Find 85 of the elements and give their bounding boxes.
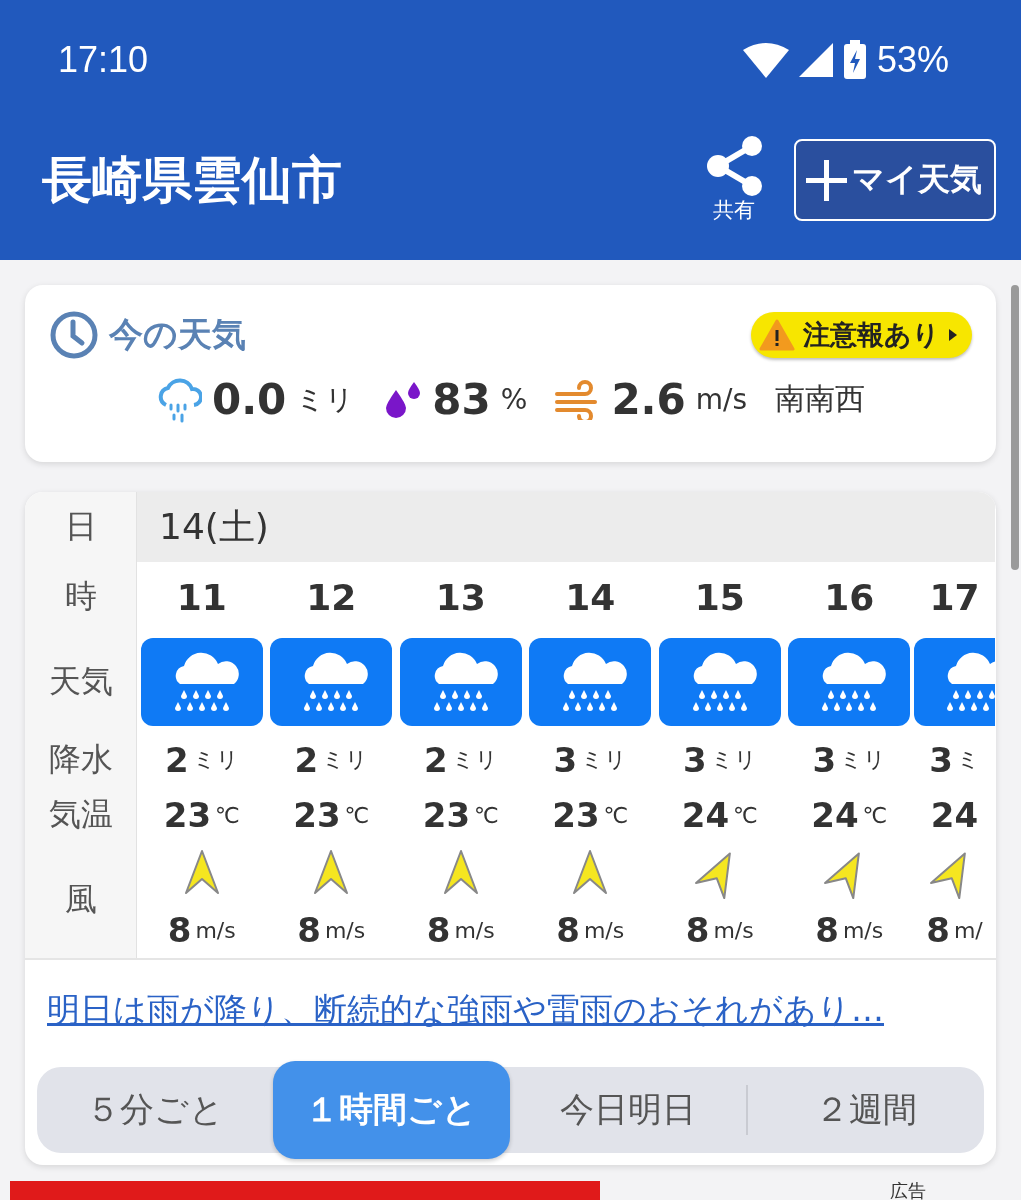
signal-icon bbox=[798, 43, 833, 77]
add-my-weather-button[interactable]: マイ天気 bbox=[794, 139, 996, 221]
temperature-value: 24 bbox=[930, 795, 979, 835]
wind-speed-unit: m/s bbox=[842, 917, 884, 943]
forecast-summary-link[interactable]: 明日は雨が降り、断続的な強雨や雷雨のおそれがあり… bbox=[47, 988, 974, 1033]
humidity-value: 83 bbox=[432, 375, 491, 424]
temperature-unit: ℃ bbox=[215, 802, 240, 828]
date-header: 14(土) bbox=[137, 492, 995, 562]
precipitation-unit: ミリ bbox=[840, 746, 887, 774]
interval-tab[interactable]: 今日明日 bbox=[509, 1067, 746, 1153]
wind-speed-value: 2.6 bbox=[611, 375, 686, 424]
precipitation-value: 2 bbox=[164, 740, 189, 780]
section-title: 今の天気 bbox=[109, 313, 247, 356]
battery-percentage: 53% bbox=[876, 39, 949, 81]
temperature-value: 23 bbox=[163, 795, 212, 835]
wind-speed-value: 8 bbox=[297, 910, 321, 950]
interval-tab[interactable]: １時間ごと bbox=[273, 1061, 510, 1159]
clock-time: 17:10 bbox=[58, 39, 149, 81]
row-label: 天気 bbox=[25, 632, 137, 732]
hour-cell-text: 12 bbox=[305, 575, 358, 620]
advisory-badge[interactable]: 注意報あり bbox=[751, 312, 972, 358]
precipitation-value: 3 bbox=[929, 740, 953, 780]
clock-icon bbox=[49, 310, 99, 360]
wifi-icon bbox=[742, 42, 789, 78]
caret-icon bbox=[948, 328, 958, 342]
wind-speed-value: 8 bbox=[815, 910, 839, 950]
wind-speed-unit: m/ bbox=[953, 917, 983, 943]
wind-speed-unit: m/s bbox=[195, 917, 236, 943]
wind-speed-value: 8 bbox=[426, 910, 451, 950]
precipitation-unit: ミリ bbox=[581, 746, 628, 774]
temperature-value: 23 bbox=[422, 795, 471, 835]
hour-cell-text: 16 bbox=[823, 575, 876, 620]
warning-icon bbox=[759, 319, 795, 351]
wind-speed-value: 8 bbox=[167, 910, 192, 950]
temperature-unit: ℃ bbox=[474, 802, 499, 828]
precipitation-unit: ミリ bbox=[192, 746, 239, 774]
precipitation-unit: ミリ bbox=[451, 746, 498, 774]
temperature-value: 23 bbox=[552, 795, 600, 835]
row-label: 風 bbox=[25, 842, 137, 958]
interval-tab[interactable]: ２週間 bbox=[747, 1067, 984, 1153]
precipitation-value: 3 bbox=[553, 740, 578, 780]
precipitation-unit: ミ bbox=[956, 746, 980, 774]
hour-cell-text: 14 bbox=[564, 575, 617, 620]
precipitation-unit: ミリ bbox=[296, 381, 355, 418]
precipitation-value: 2 bbox=[294, 740, 319, 780]
precipitation-value: 3 bbox=[682, 740, 707, 780]
precipitation-value: 0.0 bbox=[211, 375, 287, 424]
wind-speed-value: 8 bbox=[685, 910, 710, 950]
hour-cell-text: 15 bbox=[693, 575, 746, 620]
location-title: 長崎県雲仙市 bbox=[42, 149, 343, 211]
hour-cell-text: 11 bbox=[175, 575, 228, 620]
wind-speed-unit: m/s bbox=[583, 917, 625, 943]
wind-speed-unit: m/s bbox=[324, 917, 366, 943]
temperature-unit: ℃ bbox=[344, 802, 370, 828]
wind-speed-value: 8 bbox=[556, 910, 580, 950]
row-label: 時 bbox=[25, 562, 137, 632]
wind-speed-unit: m/s bbox=[695, 383, 748, 416]
wind-direction: 南南西 bbox=[775, 380, 866, 418]
ad-label: 広告 bbox=[890, 1181, 926, 1200]
humidity-unit: % bbox=[500, 383, 528, 416]
precipitation-value: 3 bbox=[812, 740, 837, 780]
wind-speed-value: 8 bbox=[926, 910, 950, 950]
temperature-unit: ℃ bbox=[733, 802, 758, 828]
scrollbar[interactable] bbox=[1011, 285, 1019, 570]
wind-speed-unit: m/s bbox=[454, 917, 495, 943]
row-label: 気温 bbox=[25, 788, 137, 842]
plus-icon bbox=[804, 158, 848, 202]
ad-banner[interactable] bbox=[10, 1181, 600, 1200]
hour-cell-text: 17 bbox=[928, 575, 981, 620]
temperature-unit: ℃ bbox=[862, 802, 888, 828]
interval-tab[interactable]: ５分ごと bbox=[37, 1067, 274, 1153]
precipitation-value: 2 bbox=[423, 740, 448, 780]
precipitation-unit: ミリ bbox=[322, 746, 369, 774]
temperature-value: 23 bbox=[293, 795, 341, 835]
battery-icon bbox=[842, 40, 867, 80]
hour-cell-text: 13 bbox=[434, 575, 487, 620]
row-label: 降水 bbox=[25, 732, 137, 788]
share-icon bbox=[706, 136, 762, 196]
row-label: 日 bbox=[25, 492, 137, 562]
temperature-value: 24 bbox=[681, 795, 730, 835]
precipitation-unit: ミリ bbox=[710, 746, 757, 774]
temperature-value: 24 bbox=[811, 795, 859, 835]
share-button[interactable]: 共有 bbox=[706, 136, 762, 224]
wind-speed-unit: m/s bbox=[713, 917, 754, 943]
temperature-unit: ℃ bbox=[603, 802, 629, 828]
